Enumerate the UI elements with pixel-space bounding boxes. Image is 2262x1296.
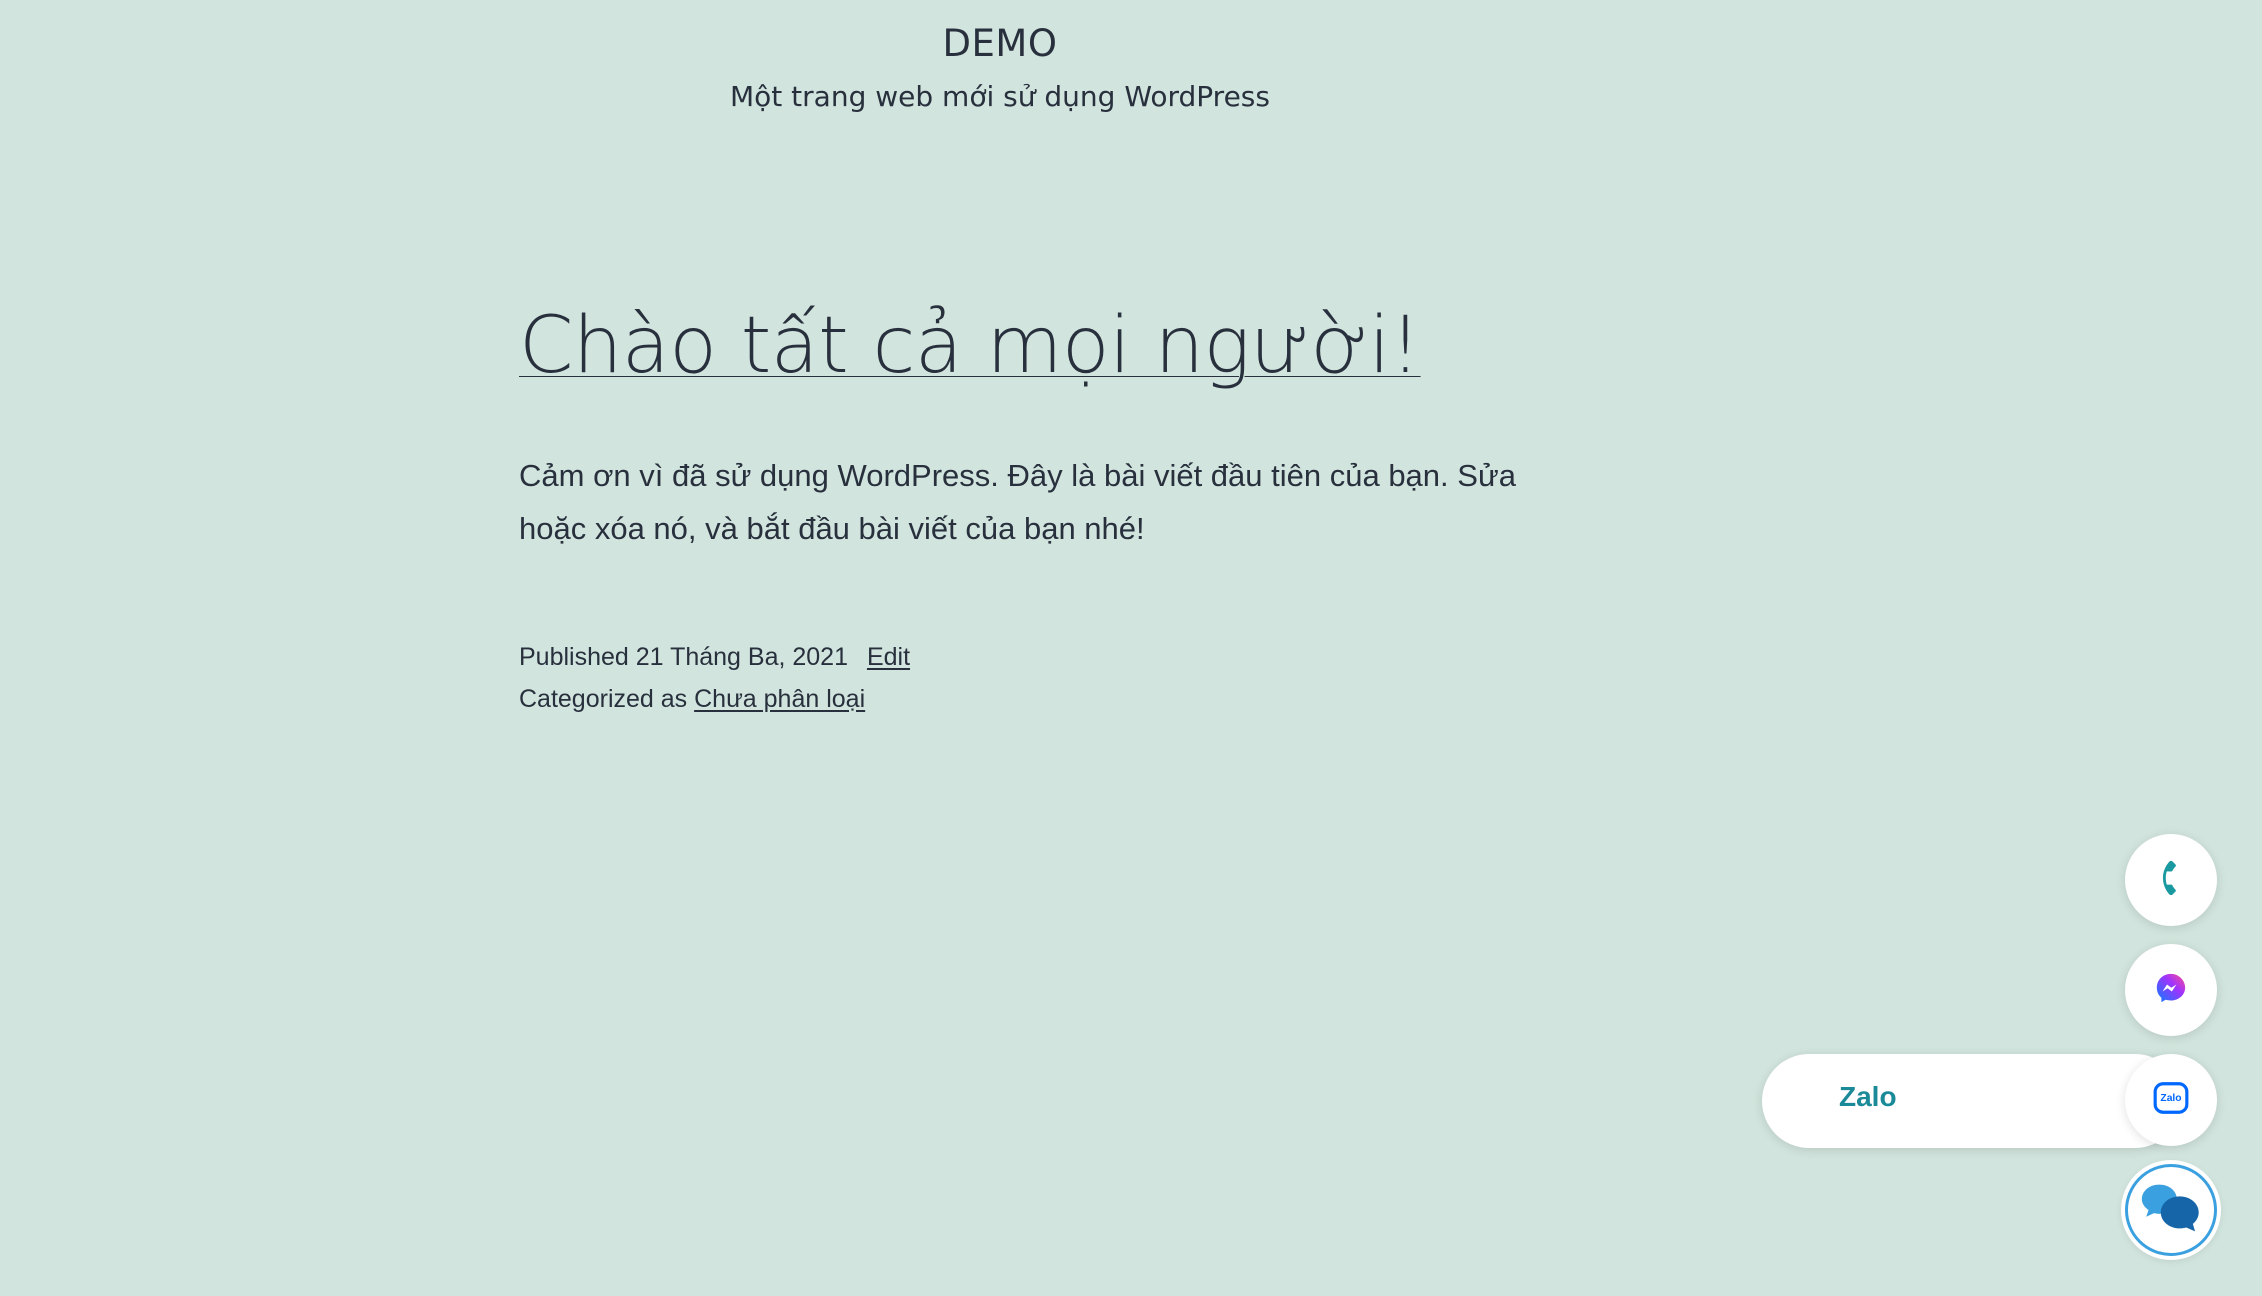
- post-content: Cảm ơn vì đã sử dụng WordPress. Đây là b…: [519, 449, 1569, 555]
- published-date: 21 Tháng Ba, 2021: [635, 643, 848, 671]
- zalo-icon: Zalo: [2152, 1079, 2190, 1122]
- page: DEMO Một trang web mới sử dụng WordPress…: [0, 0, 2262, 1296]
- category-link[interactable]: Chưa phân loại: [694, 685, 865, 713]
- zalo-pill[interactable]: Zalo: [1762, 1054, 2182, 1148]
- post-published-line: Published 21 Tháng Ba, 2021 Edit: [519, 636, 910, 678]
- chat-toggle-button[interactable]: [2125, 1164, 2217, 1256]
- site-description: Một trang web mới sử dụng WordPress: [730, 80, 1270, 113]
- site-title[interactable]: DEMO: [0, 22, 2000, 65]
- edit-link[interactable]: Edit: [867, 643, 910, 671]
- categorized-label: Categorized as: [519, 685, 688, 713]
- zalo-button[interactable]: Zalo: [2125, 1054, 2217, 1146]
- zalo-icon-text: Zalo: [2160, 1093, 2181, 1104]
- zalo-label: Zalo: [1839, 1081, 1897, 1112]
- messenger-button[interactable]: [2125, 944, 2217, 1036]
- post-title: Chào tất cả mọi người!: [519, 300, 1421, 394]
- chat-bubbles-icon: [2136, 1173, 2206, 1248]
- phone-icon: [2154, 860, 2188, 900]
- phone-button[interactable]: [2125, 834, 2217, 926]
- published-label: Published: [519, 643, 629, 671]
- post-meta: Published 21 Tháng Ba, 2021 Edit Categor…: [519, 636, 910, 720]
- post-category-line: Categorized as Chưa phân loại: [519, 678, 910, 720]
- post-title-link[interactable]: Chào tất cả mọi người!: [519, 301, 1421, 391]
- messenger-icon: [2154, 971, 2188, 1010]
- post-content-paragraph: Cảm ơn vì đã sử dụng WordPress. Đây là b…: [519, 458, 1516, 546]
